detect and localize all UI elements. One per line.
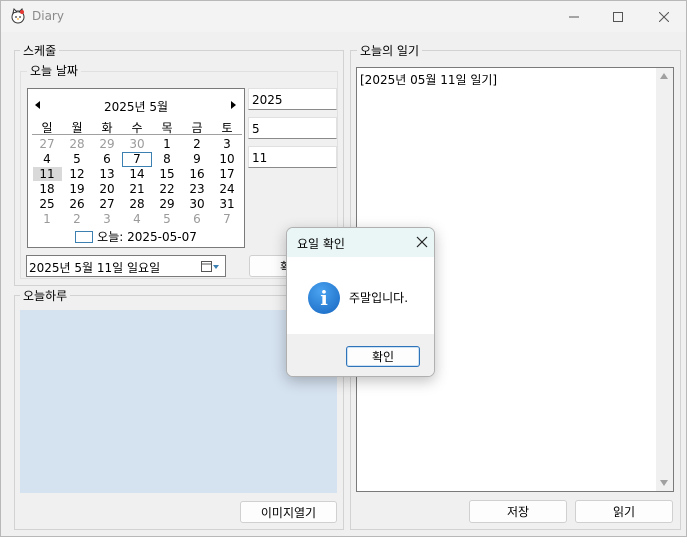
dialog-title: 요일 확인 <box>297 237 345 251</box>
calendar-day[interactable]: 26 <box>62 197 92 212</box>
calendar-day[interactable]: 27 <box>92 197 122 212</box>
close-icon <box>659 11 669 22</box>
weekday-header-row: 일월화수목금토 <box>32 119 242 135</box>
day-field[interactable]: 11 <box>248 146 337 168</box>
read-button[interactable]: 읽기 <box>575 500 673 523</box>
diary-content: [2025년 05월 11일 일기] <box>360 73 498 87</box>
calendar-day[interactable]: 4 <box>122 212 152 227</box>
dialog-title-bar[interactable]: 요일 확인 <box>287 228 434 257</box>
calendar-month-title: 2025년 5월 <box>103 100 169 114</box>
maximize-icon <box>613 11 623 22</box>
hello-kitty-app-icon <box>11 8 25 24</box>
weekday-label: 화 <box>101 121 113 135</box>
calendar-day[interactable]: 30 <box>182 197 212 212</box>
open-image-button[interactable]: 이미지열기 <box>240 501 337 523</box>
info-icon: i <box>308 282 340 314</box>
calendar-day[interactable]: 12 <box>62 167 92 182</box>
calendar-day[interactable]: 16 <box>182 167 212 182</box>
calendar-day[interactable]: 2 <box>62 212 92 227</box>
calendar-day[interactable]: 9 <box>182 152 212 167</box>
calendar-day[interactable]: 23 <box>182 182 212 197</box>
calendar-day[interactable]: 22 <box>152 182 182 197</box>
maximize-button[interactable] <box>595 1 641 32</box>
calendar-day-selected[interactable]: 11 <box>32 167 62 182</box>
calendar-today-text: 오늘: 2025-05-07 <box>97 230 197 244</box>
calendar-day[interactable]: 4 <box>32 152 62 167</box>
calendar-day[interactable]: 25 <box>32 197 62 212</box>
calendar-day[interactable]: 5 <box>152 212 182 227</box>
close-button[interactable] <box>641 1 687 32</box>
dialog-message: 주말입니다. <box>349 291 409 305</box>
today-box-icon <box>75 231 94 243</box>
date-picker-value: 2025년 5월 11일 일요일 <box>29 261 161 275</box>
calendar-day[interactable]: 3 <box>92 212 122 227</box>
save-button[interactable]: 저장 <box>469 500 567 523</box>
scroll-up-icon[interactable] <box>660 73 668 79</box>
dialog-ok-button[interactable]: 확인 <box>346 346 420 367</box>
date-picker[interactable]: 2025년 5월 11일 일요일 <box>26 255 226 277</box>
calendar-day[interactable]: 8 <box>152 152 182 167</box>
confirm-weekday-button[interactable]: 확 <box>249 255 289 277</box>
diary-group-label: 오늘의 일기 <box>357 42 423 59</box>
calendar-day[interactable]: 3 <box>212 137 242 152</box>
calendar-day[interactable]: 6 <box>92 152 122 167</box>
dialog-body: i 주말입니다. <box>287 257 434 334</box>
diary-window: Diary 스케줄 오늘 날짜 2025년 5월 일월화수목금토 27 28 29 3… <box>0 0 687 537</box>
weekday-label: 목 <box>161 121 173 135</box>
calendar-day[interactable]: 7 <box>212 212 242 227</box>
weekday-message-dialog: 요일 확인 i 주말입니다. 확인 <box>286 227 435 377</box>
calendar-day[interactable]: 5 <box>62 152 92 167</box>
dialog-footer: 확인 <box>287 334 434 376</box>
minimize-icon <box>569 16 579 17</box>
calendar-day[interactable]: 17 <box>212 167 242 182</box>
calendar-day[interactable]: 6 <box>182 212 212 227</box>
calendar-day[interactable]: 14 <box>122 167 152 182</box>
month-calendar[interactable]: 2025년 5월 일월화수목금토 27 28 29 30 1 2 3 4 5 6 7 8 9 10 11 12… <box>27 88 245 248</box>
calendar-day[interactable]: 27 <box>32 137 62 152</box>
today-date-label: 오늘 날짜 <box>27 62 81 79</box>
calendar-day[interactable]: 28 <box>62 137 92 152</box>
calendar-day[interactable]: 29 <box>152 197 182 212</box>
calendar-days-grid[interactable]: 27 28 29 30 1 2 3 4 5 6 7 8 9 10 11 12 13 14 15 16 17 18 19 20 2… <box>32 137 242 227</box>
weekday-label: 토 <box>221 121 233 135</box>
dialog-close-icon[interactable] <box>416 236 428 248</box>
calendar-today-link[interactable]: 오늘: 2025-05-07 <box>28 228 244 244</box>
year-field[interactable]: 2025 <box>248 88 337 110</box>
calendar-day[interactable]: 28 <box>122 197 152 212</box>
month-field[interactable]: 5 <box>248 117 337 139</box>
calendar-day[interactable]: 30 <box>122 137 152 152</box>
today-panel-label: 오늘하루 <box>20 287 71 304</box>
calendar-day[interactable]: 21 <box>122 182 152 197</box>
minimize-button[interactable] <box>551 1 597 32</box>
calendar-day[interactable]: 10 <box>212 152 242 167</box>
calendar-day[interactable]: 19 <box>62 182 92 197</box>
weekday-label: 수 <box>131 121 143 135</box>
calendar-day[interactable]: 18 <box>32 182 62 197</box>
calendar-day[interactable]: 24 <box>212 182 242 197</box>
calendar-day[interactable]: 13 <box>92 167 122 182</box>
calendar-day[interactable]: 29 <box>92 137 122 152</box>
window-title: Diary <box>32 9 64 23</box>
weekday-label: 월 <box>71 121 83 135</box>
next-month-arrow-icon[interactable] <box>231 101 236 109</box>
calendar-day-today[interactable]: 7 <box>122 152 152 167</box>
calendar-day[interactable]: 20 <box>92 182 122 197</box>
calendar-day[interactable]: 1 <box>152 137 182 152</box>
calendar-day[interactable]: 1 <box>32 212 62 227</box>
schedule-group-label: 스케줄 <box>20 42 60 59</box>
calendar-day[interactable]: 2 <box>182 137 212 152</box>
weekday-label: 금 <box>191 121 203 135</box>
calendar-header: 2025년 5월 <box>28 97 244 114</box>
diary-scrollbar[interactable] <box>656 68 673 491</box>
weekday-label: 일 <box>41 121 53 135</box>
title-bar[interactable]: Diary <box>1 1 686 32</box>
scroll-down-icon[interactable] <box>660 480 668 486</box>
calendar-day[interactable]: 31 <box>212 197 242 212</box>
calendar-dropdown-icon[interactable] <box>201 260 219 273</box>
calendar-day[interactable]: 15 <box>152 167 182 182</box>
